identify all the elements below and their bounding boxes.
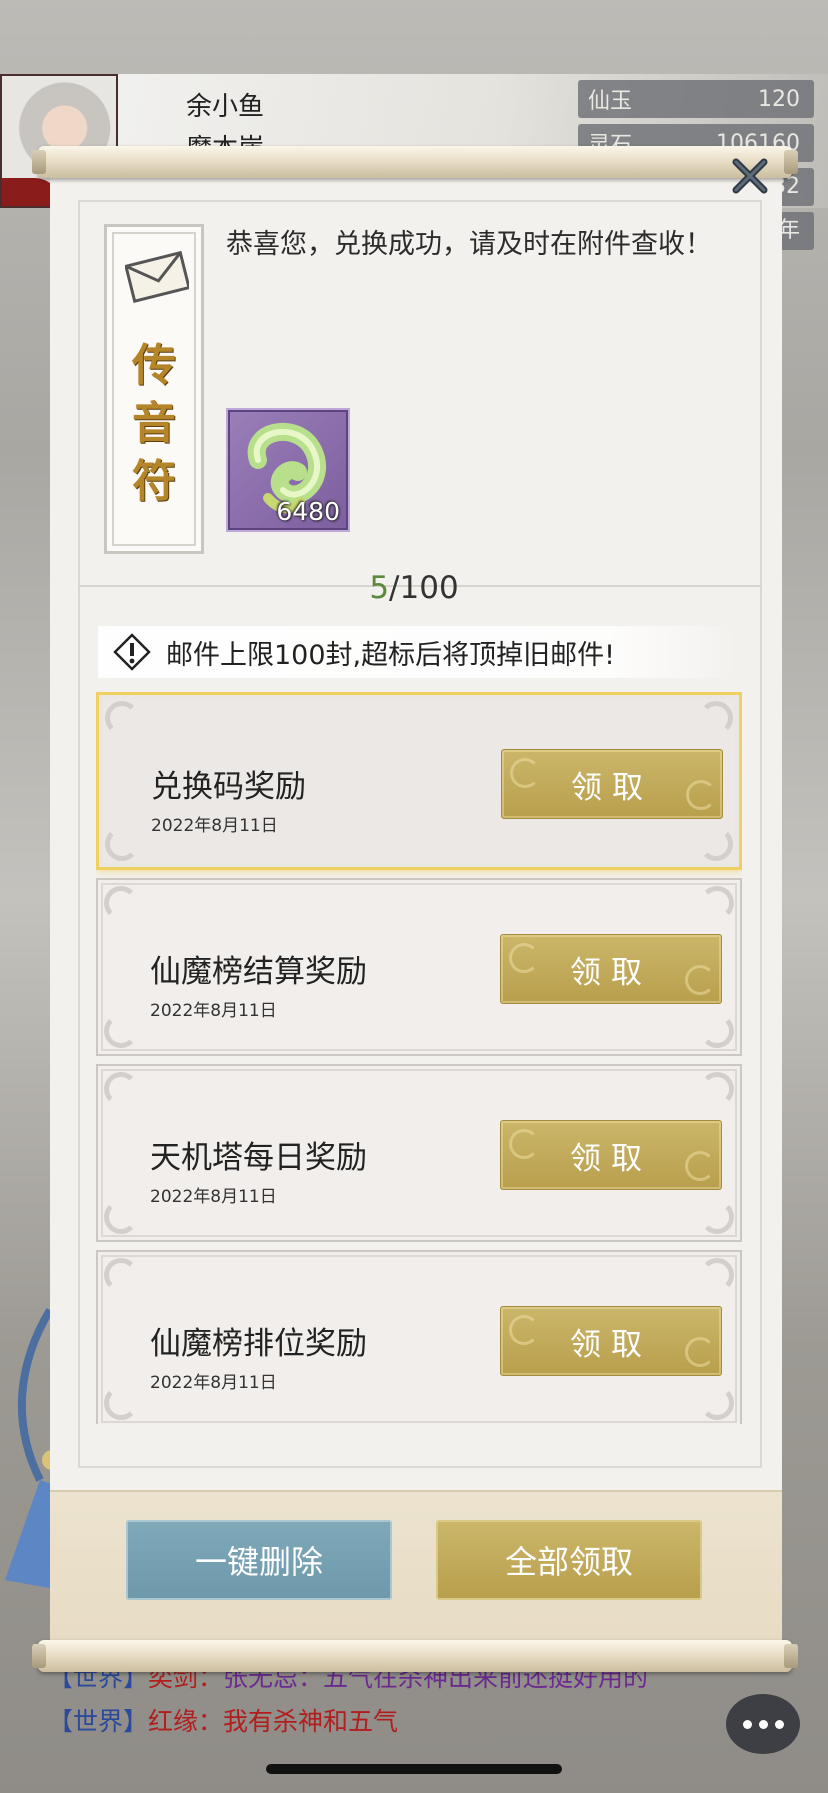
badge-char: 传 <box>132 340 176 391</box>
player-name: 余小鱼 <box>186 92 265 122</box>
mail-item-date: 2022年8月11日 <box>150 1187 277 1207</box>
mail-count-current: 5 <box>369 570 390 606</box>
chat-message: 我有杀神和五气 <box>223 1707 399 1736</box>
currency-xianyu: 仙玉 120 <box>578 80 814 118</box>
dot-icon <box>742 1719 752 1729</box>
mail-item[interactable]: 天机塔每日奖励 2022年8月11日 领取 <box>96 1064 742 1242</box>
claim-button-label: 领取 <box>570 1140 652 1177</box>
warning-icon <box>113 633 151 671</box>
badge-char: 音 <box>132 398 176 449</box>
envelope-icon <box>125 250 189 303</box>
claim-button[interactable]: 领取 <box>500 1306 722 1376</box>
scroll-rod-top <box>32 146 798 178</box>
close-icon <box>732 158 768 194</box>
scroll-rod-bottom <box>32 1640 798 1672</box>
badge-char: 符 <box>132 456 176 507</box>
mail-item-date: 2022年8月11日 <box>150 1373 277 1393</box>
attachment-count: 6480 <box>276 497 340 526</box>
mail-item-date: 2022年8月11日 <box>151 816 278 836</box>
home-indicator <box>266 1764 562 1774</box>
close-button[interactable] <box>726 152 774 200</box>
mail-item-title: 天机塔每日奖励 <box>150 1140 367 1176</box>
claim-button[interactable]: 领取 <box>500 1120 722 1190</box>
delete-all-button[interactable]: 一键删除 <box>126 1520 392 1600</box>
chat-bubble-button[interactable] <box>726 1694 800 1754</box>
claim-button[interactable]: 领取 <box>500 934 722 1004</box>
currency-value: 120 <box>758 86 800 112</box>
badge-title: 传 音 符 <box>107 337 201 511</box>
claim-button-label: 领取 <box>571 769 653 806</box>
dot-icon <box>774 1719 784 1729</box>
dot-icon <box>758 1719 768 1729</box>
mail-message: 恭喜您，兑换成功，请及时在附件查收！ <box>226 229 712 260</box>
mail-item-date: 2022年8月11日 <box>150 1001 277 1021</box>
mail-item[interactable]: 仙魔榜结算奖励 2022年8月11日 领取 <box>96 878 742 1056</box>
claim-button-label: 领取 <box>570 954 652 991</box>
claim-button[interactable]: 领取 <box>501 749 723 819</box>
mail-count-total: /100 <box>389 570 459 606</box>
mail-item[interactable]: 仙魔榜排位奖励 2022年8月11日 领取 <box>96 1250 742 1424</box>
currency-label: 仙玉 <box>588 89 633 114</box>
chat-line[interactable]: 【世界】红缘：我有杀神和五气 <box>48 1702 398 1738</box>
chat-separator: ： <box>198 1707 224 1736</box>
mail-badge: 传 音 符 <box>104 224 204 554</box>
mail-item[interactable]: 兑换码奖励 2022年8月11日 领取 <box>96 692 742 870</box>
mail-counter: 5/100 <box>0 570 828 606</box>
mail-item-title: 仙魔榜结算奖励 <box>150 954 367 990</box>
attachment-slot[interactable]: 6480 <box>226 408 350 532</box>
warning-bar: 邮件上限100封,超标后将顶掉旧邮件! <box>98 626 738 678</box>
warning-text: 邮件上限100封,超标后将顶掉旧邮件! <box>166 639 615 671</box>
claim-all-button[interactable]: 全部领取 <box>436 1520 702 1600</box>
chat-speaker[interactable]: 红缘 <box>148 1707 198 1736</box>
claim-button-label: 领取 <box>570 1326 652 1363</box>
mail-item-title: 兑换码奖励 <box>151 769 306 805</box>
mail-list[interactable]: 兑换码奖励 2022年8月11日 领取 仙魔榜结算奖励 2022年8月11日 领… <box>96 692 742 1424</box>
mail-item-title: 仙魔榜排位奖励 <box>150 1326 367 1362</box>
chat-channel: 【世界】 <box>48 1707 149 1736</box>
